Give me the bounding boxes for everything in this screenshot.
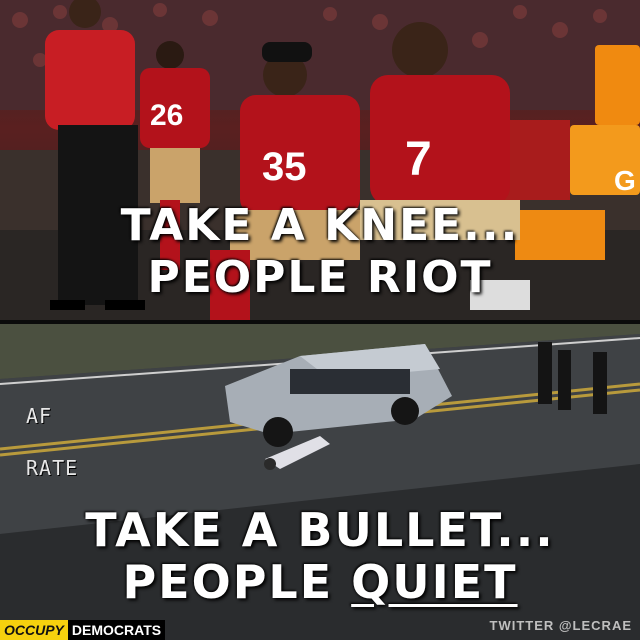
- bottom-caption-prefix: PEOPLE: [122, 555, 352, 609]
- top-caption: TAKE A KNEE... PEOPLE RIOT: [0, 200, 640, 304]
- twitter-credit: TWITTER @LECRAE: [489, 618, 632, 633]
- officer-3: [593, 352, 607, 414]
- gatorade-logo-text: G: [614, 165, 636, 196]
- occupy-democrats-logo: OCCUPY DEMOCRATS: [0, 620, 166, 640]
- officer-1: [538, 342, 552, 404]
- camera-hud-af: AF: [26, 404, 53, 428]
- brand-occupy-text: OCCUPY: [0, 620, 68, 640]
- camera-hud-rate: RATE: [26, 456, 79, 480]
- sideline-bench: [500, 120, 570, 200]
- top-photo-panel: G 26 35 7 TAKE A KNEE... PEOPLE RIOT: [0, 0, 640, 320]
- top-caption-line-1: TAKE A KNEE...: [120, 200, 520, 251]
- meme-image: G 26 35 7 TAKE A KNEE... PEOPLE RIOT AF …: [0, 0, 640, 640]
- jersey-number-26: 26: [150, 99, 183, 132]
- jersey-number-35: 35: [262, 145, 307, 189]
- top-caption-line-2: PEOPLE RIOT: [147, 252, 493, 303]
- jersey-number-7: 7: [405, 133, 432, 186]
- bottom-caption-underlined-word: QUIET: [351, 555, 518, 609]
- officer-2: [558, 350, 571, 410]
- gatorade-cooler-top: [595, 45, 640, 125]
- bottom-caption-line-2: PEOPLE QUIET: [0, 556, 640, 608]
- bottom-caption: TAKE A BULLET... PEOPLE QUIET: [0, 504, 640, 608]
- bottom-caption-line-1: TAKE A BULLET...: [85, 503, 555, 557]
- brand-democrats-text: DEMOCRATS: [67, 620, 166, 640]
